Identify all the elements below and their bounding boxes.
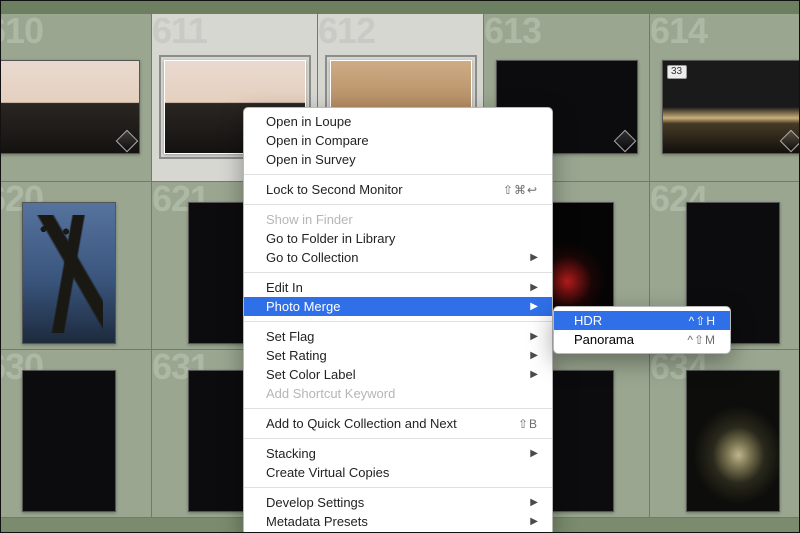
submenu-arrow-icon: ▶ xyxy=(530,516,538,527)
menu-item-label: Metadata Presets xyxy=(266,514,522,529)
menu-item-label: Develop Settings xyxy=(266,495,522,510)
context-menu: Open in Loupe Open in Compare Open in Surv… xyxy=(243,107,553,533)
grid-cell[interactable]: 634 xyxy=(650,350,800,518)
photo-thumbnail[interactable]: 33 xyxy=(662,60,800,154)
submenu-item[interactable]: HDR^⇧H xyxy=(554,311,730,330)
menu-item-label: Add Shortcut Keyword xyxy=(266,386,538,401)
submenu-item[interactable]: Panorama^⇧M xyxy=(554,330,730,349)
menu-separator xyxy=(244,204,552,205)
menu-separator xyxy=(244,438,552,439)
status-badge-icon xyxy=(779,130,800,153)
menu-item[interactable]: Set Rating ▶ xyxy=(244,346,552,365)
cell-index-label: 613 xyxy=(484,10,541,52)
cell-index-label: 611 xyxy=(152,10,207,52)
menu-item: Show in Finder xyxy=(244,210,552,229)
cell-index-label: 612 xyxy=(318,10,375,52)
submenu-arrow-icon: ▶ xyxy=(530,301,538,312)
menu-item-label: Add to Quick Collection and Next xyxy=(266,416,510,431)
menu-item[interactable]: Go to Folder in Library xyxy=(244,229,552,248)
menu-item[interactable]: Edit In ▶ xyxy=(244,278,552,297)
menu-item[interactable]: Metadata Presets ▶ xyxy=(244,512,552,531)
menu-item-shortcut: ⇧⌘↩ xyxy=(503,183,538,197)
menu-item-label: Open in Compare xyxy=(266,133,538,148)
menu-item-label: Show in Finder xyxy=(266,212,538,227)
menu-item[interactable]: Develop Settings ▶ xyxy=(244,493,552,512)
menu-item-label: Create Virtual Copies xyxy=(266,465,538,480)
menu-item[interactable]: Open in Compare xyxy=(244,131,552,150)
grid-cell[interactable]: 620 xyxy=(0,182,152,350)
menu-item[interactable]: Open in Survey xyxy=(244,150,552,169)
submenu-arrow-icon: ▶ xyxy=(530,282,538,293)
menu-item-label: Go to Folder in Library xyxy=(266,231,538,246)
submenu-arrow-icon: ▶ xyxy=(530,448,538,459)
stack-count-badge[interactable]: 33 xyxy=(667,65,687,79)
menu-item[interactable]: Create Virtual Copies xyxy=(244,463,552,482)
menu-item-label: Photo Merge xyxy=(266,299,522,314)
cell-index-label: 610 xyxy=(0,10,43,52)
menu-item-shortcut: ⇧B xyxy=(518,417,538,431)
menu-item-label: Edit In xyxy=(266,280,522,295)
menu-separator xyxy=(244,174,552,175)
menu-item-label: Set Rating xyxy=(266,348,522,363)
submenu-arrow-icon: ▶ xyxy=(530,252,538,263)
menu-separator xyxy=(244,408,552,409)
submenu-arrow-icon: ▶ xyxy=(530,497,538,508)
submenu-arrow-icon: ▶ xyxy=(530,369,538,380)
menu-item-label: Stacking xyxy=(266,446,522,461)
menu-item[interactable]: Photo Merge ▶ xyxy=(244,297,552,316)
menu-separator xyxy=(244,272,552,273)
menu-item[interactable]: Lock to Second Monitor ⇧⌘↩ xyxy=(244,180,552,199)
submenu-item-shortcut: ^⇧H xyxy=(689,314,716,328)
menu-item[interactable]: Set Flag ▶ xyxy=(244,327,552,346)
menu-item-label: Lock to Second Monitor xyxy=(266,182,495,197)
menu-item: Add Shortcut Keyword xyxy=(244,384,552,403)
submenu-arrow-icon: ▶ xyxy=(530,331,538,342)
menu-item-label: Go to Collection xyxy=(266,250,522,265)
grid-cell[interactable]: 630 xyxy=(0,350,152,518)
photo-thumbnail[interactable] xyxy=(22,370,116,512)
menu-separator xyxy=(244,487,552,488)
submenu-item-shortcut: ^⇧M xyxy=(687,333,716,347)
menu-item[interactable]: Add to Quick Collection and Next ⇧B xyxy=(244,414,552,433)
menu-item-label: Set Color Label xyxy=(266,367,522,382)
menu-item[interactable]: Stacking ▶ xyxy=(244,444,552,463)
photo-thumbnail[interactable] xyxy=(22,202,116,344)
submenu-item-label: HDR xyxy=(574,313,689,328)
submenu-item-label: Panorama xyxy=(574,332,687,347)
menu-item-label: Open in Survey xyxy=(266,152,538,167)
menu-item[interactable]: Set Color Label ▶ xyxy=(244,365,552,384)
photo-merge-submenu: HDR^⇧HPanorama^⇧M xyxy=(553,306,731,354)
menu-item[interactable]: Go to Collection ▶ xyxy=(244,248,552,267)
grid-cell[interactable]: 61433 xyxy=(650,14,800,182)
grid-cell[interactable]: 610 xyxy=(0,14,152,182)
photo-thumbnail[interactable] xyxy=(0,60,140,154)
photo-thumbnail[interactable] xyxy=(686,370,780,512)
menu-item[interactable]: Open in Loupe xyxy=(244,112,552,131)
menu-item-label: Open in Loupe xyxy=(266,114,538,129)
menu-separator xyxy=(244,321,552,322)
submenu-arrow-icon: ▶ xyxy=(530,350,538,361)
filmstrip-header xyxy=(0,0,800,14)
status-badge-icon xyxy=(613,130,636,153)
menu-item-label: Set Flag xyxy=(266,329,522,344)
cell-index-label: 614 xyxy=(650,10,707,52)
status-badge-icon xyxy=(115,130,138,153)
